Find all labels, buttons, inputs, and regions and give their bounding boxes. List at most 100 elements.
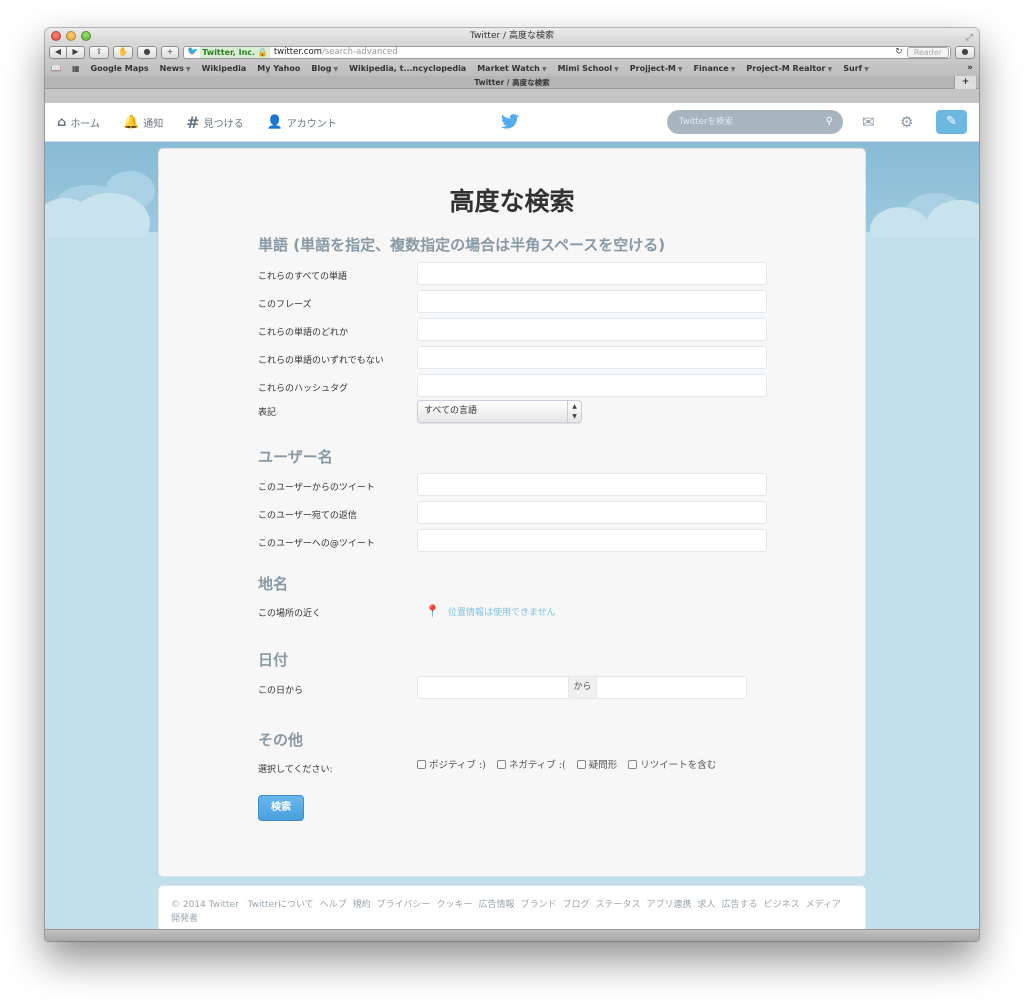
words-label: これらのすべての単語 [258,272,348,282]
window-bottom-bar [45,929,979,941]
zoom-window-button[interactable] [81,31,91,41]
footer-link[interactable]: 規約 [353,900,371,910]
select-arrows-icon: ▲ ▼ [567,401,581,422]
forward-button[interactable]: ▶ [67,45,85,59]
extension-button[interactable]: ● [137,45,157,59]
footer-link[interactable]: 広告する [722,900,758,910]
browser-toolbar: ◀ ▶ ⇪ ✋ ● + 🐦 Twitter, Inc. 🔒 twitter.co… [45,44,979,60]
bookmark-item[interactable]: Wikipedia [202,64,247,73]
date-separator: から [568,677,597,698]
advanced-search-panel: 高度な検索 単語 (単語を指定、複数指定の場合は半角スペースを空ける) これらの… [158,148,866,877]
attitude-checkbox[interactable]: 疑問形 [576,757,617,771]
compose-quill-icon: ✎ [946,114,957,129]
reload-icon[interactable]: ↻ [895,47,903,57]
evernote-button[interactable]: ✋ [113,45,133,59]
reading-list-icon[interactable]: 📖 [51,64,61,73]
attitude-checkbox[interactable]: ポジティブ :) [417,757,486,771]
location-pin-icon: 📍 [425,604,440,618]
dropdown-caret-icon: ▼ [183,65,191,73]
checkbox-box[interactable] [628,759,638,769]
dropdown-caret-icon: ▼ [675,65,683,73]
tab-active[interactable]: Twitter / 高度な検索 [474,78,549,87]
footer-link[interactable]: ステータス [596,900,641,910]
footer-link[interactable]: メディア [806,900,841,910]
words-input[interactable] [417,262,767,285]
bookmark-item[interactable]: Mimi School ▼ [558,64,619,73]
user-input[interactable] [417,501,767,524]
bookmark-item[interactable]: Market Watch ▼ [477,64,546,73]
new-tab-button[interactable]: + [161,45,179,59]
footer-link[interactable]: ビジネス [764,900,800,910]
language-select[interactable]: すべての言語 ▲ ▼ [417,400,582,423]
minimize-window-button[interactable] [66,31,76,41]
footer-link[interactable]: クッキー [436,900,472,910]
footer-copyright: © 2014 Twitter [171,900,239,910]
footer-link[interactable]: Twitterについて [248,900,314,910]
words-input[interactable] [417,374,767,397]
bookmark-item[interactable]: Projject-M ▼ [630,64,683,73]
twitter-top-nav: ⌂ ホーム 🔔 通知 # 見つける 👤 アカウント Twitterを検索 ⚲ ✉… [45,103,979,142]
footer-link[interactable]: 開発者 [171,914,198,924]
bookmark-item[interactable]: Wikipedia, t...ncyclopedia [349,64,466,73]
bookmark-item[interactable]: Finance ▼ [694,64,736,73]
section-heading-other: その他 [258,731,304,749]
footer-link[interactable]: ブランド [520,900,556,910]
footer-link[interactable]: ブログ [562,900,589,910]
reader-button[interactable]: Reader [906,46,949,58]
settings-gear-icon[interactable]: ⚙ [900,113,913,131]
attitude-checkbox[interactable]: リツイートを含む [628,757,716,771]
footer-link[interactable]: 広告情報 [478,900,514,910]
bookmarks-overflow-icon[interactable]: » [967,63,973,73]
dropdown-caret-icon: ▼ [539,65,547,73]
footer-link[interactable]: プライバシー [377,900,431,910]
new-tab-plus-icon[interactable]: + [954,76,976,89]
words-input[interactable] [417,290,767,313]
footer-link[interactable]: 求人 [698,900,716,910]
close-window-button[interactable] [51,31,61,41]
address-bar[interactable]: 🐦 Twitter, Inc. 🔒 twitter.com /search-ad… [183,45,951,59]
fullscreen-icon[interactable]: ⤢ [966,30,973,46]
back-button[interactable]: ◀ [49,45,67,59]
footer-link[interactable]: アプリ連携 [647,900,692,910]
messages-envelope-icon[interactable]: ✉ [862,113,875,131]
compose-tweet-button[interactable]: ✎ [936,110,967,134]
top-sites-icon[interactable]: ▦ [72,64,80,73]
twitter-bird-logo-icon[interactable] [501,114,519,129]
nav-notifications[interactable]: 🔔 通知 [123,115,163,130]
nav-home[interactable]: ⌂ ホーム [57,115,100,130]
url-path: /search-advanced [321,47,398,57]
checkbox-box[interactable] [496,759,506,769]
bookmark-item[interactable]: Surf ▼ [843,64,869,73]
dropdown-caret-icon: ▼ [331,65,339,73]
attitude-checkbox[interactable]: ネガティブ :( [496,757,566,771]
bookmark-item[interactable]: Blog ▼ [311,64,338,73]
user-input[interactable] [417,529,767,552]
user-input[interactable] [417,473,767,496]
bookmark-item[interactable]: Google Maps [91,64,149,73]
search-icon[interactable]: ⚲ [826,110,833,134]
section-heading-dates: 日付 [258,651,289,669]
footer-link[interactable]: ヘルプ [320,900,347,910]
search-submit-button[interactable]: 検索 [258,795,304,821]
bell-icon: 🔔 [123,114,140,130]
bookmark-item[interactable]: News ▼ [160,64,191,73]
checkbox-box[interactable] [576,759,586,769]
date-to-input[interactable] [597,677,746,698]
geo-location-link[interactable]: 📍 位置情報は使用できません [425,604,556,618]
words-input[interactable] [417,346,767,369]
share-button[interactable]: ⇪ [89,45,109,59]
certificate-badge[interactable]: Twitter, Inc. 🔒 [200,46,270,58]
dropdown-caret-icon: ▼ [825,65,833,73]
download-button[interactable]: ● [955,45,975,59]
dropdown-caret-icon: ▼ [728,65,736,73]
nav-account[interactable]: 👤 アカウント [267,115,337,130]
section-heading-words: 単語 (単語を指定、複数指定の場合は半角スペースを空ける) [258,236,666,254]
checkbox-box[interactable] [417,759,426,769]
words-input[interactable] [417,318,767,341]
bookmark-item[interactable]: My Yahoo [257,64,300,73]
bookmark-item[interactable]: Project-M Realtor ▼ [746,64,832,73]
twitter-search-input[interactable]: Twitterを検索 ⚲ [667,110,843,134]
date-from-input[interactable] [418,677,568,698]
nav-discover[interactable]: # 見つける [186,113,243,132]
date-from-label: この日から [258,686,304,696]
